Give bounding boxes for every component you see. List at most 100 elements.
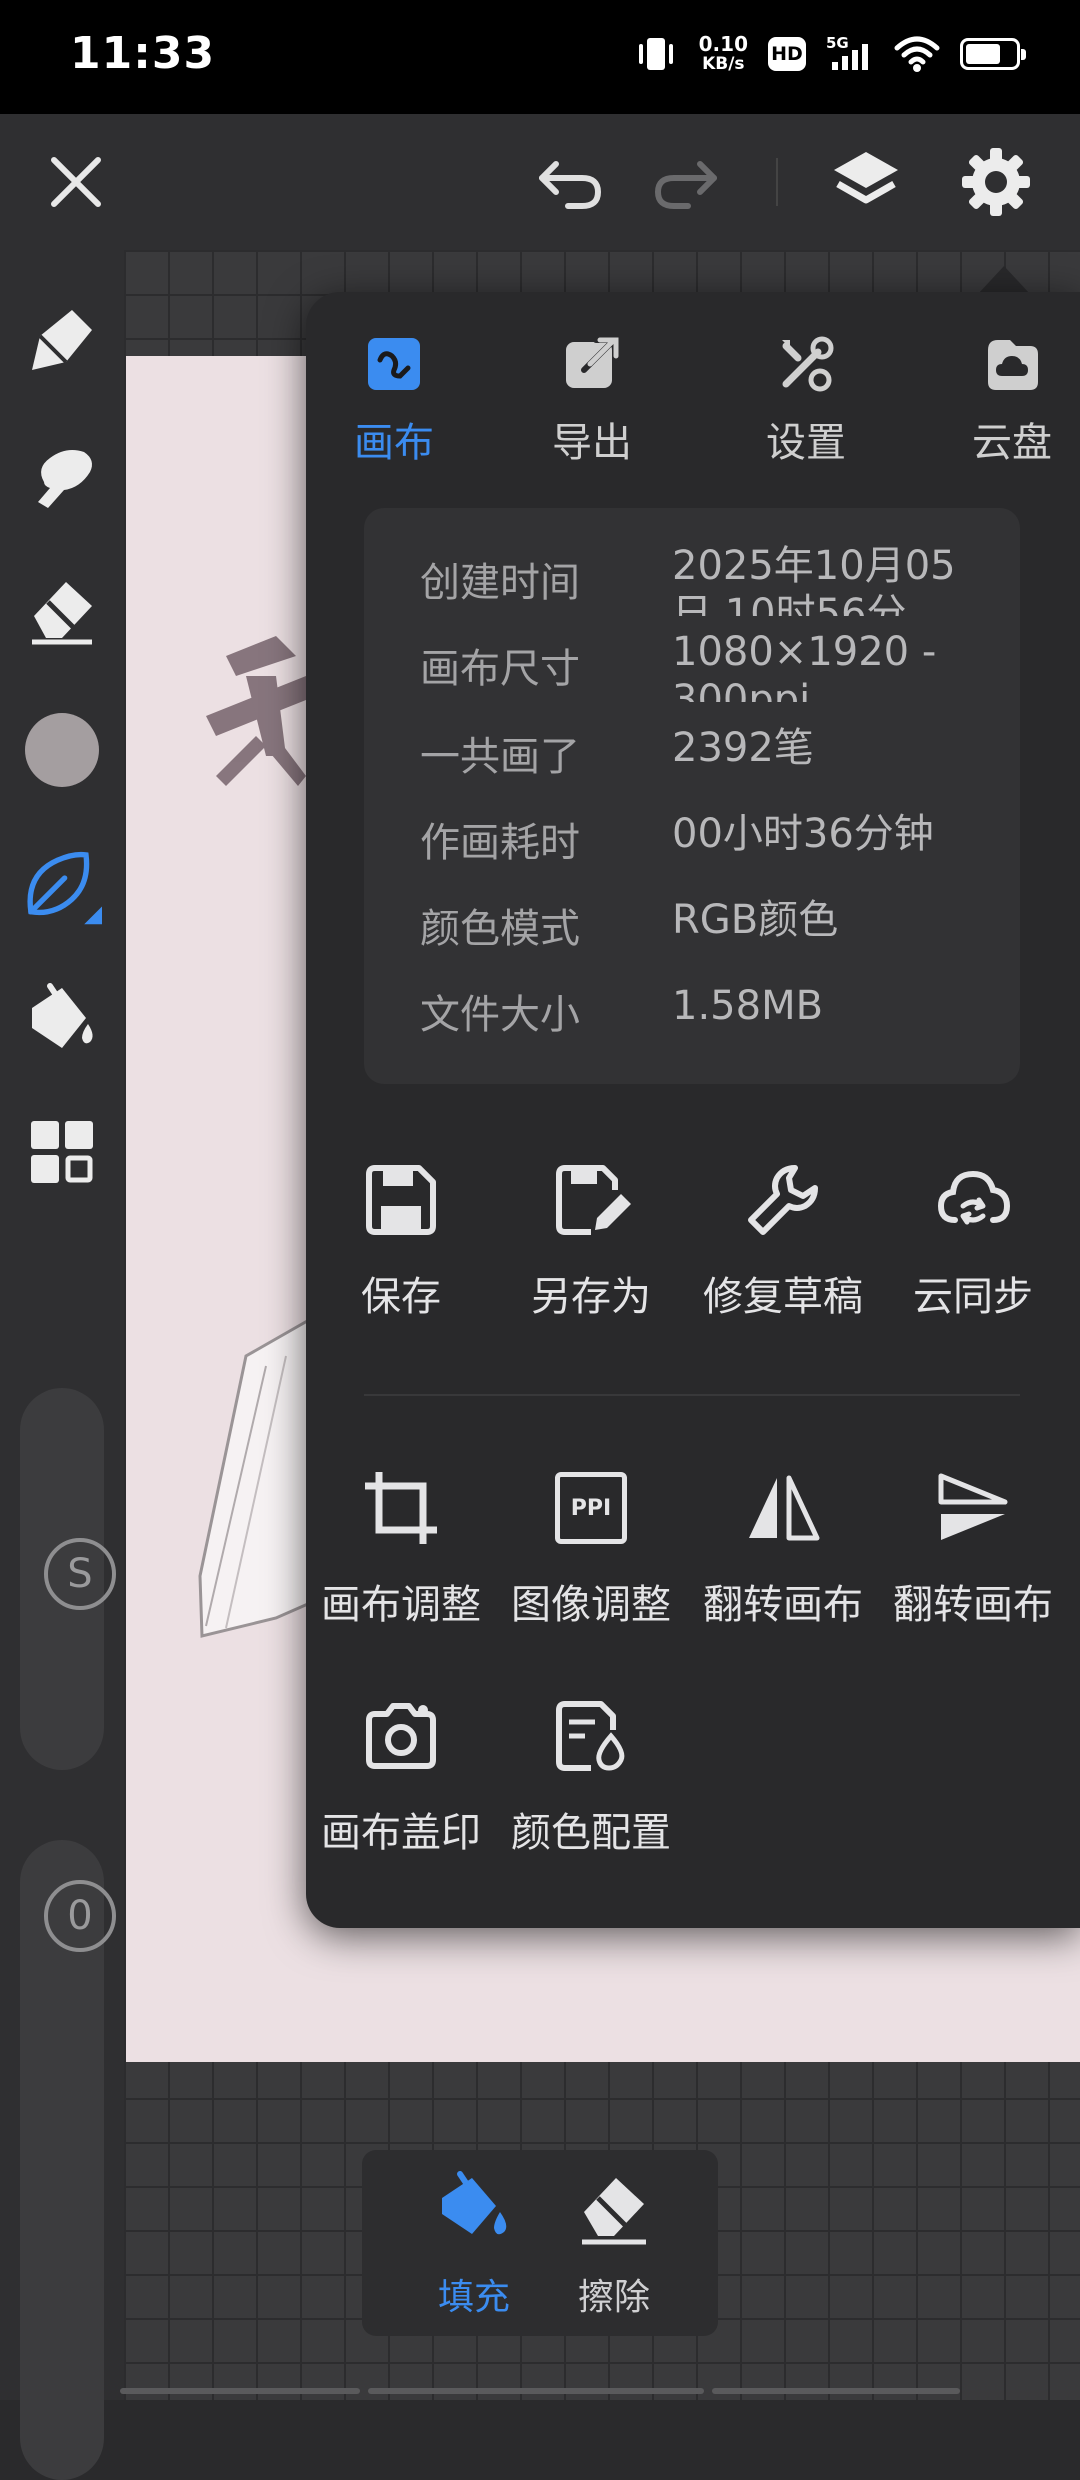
info-value: 2025年10月05日 10时56分 [672, 543, 956, 616]
canvas-adjust-button[interactable]: 画布调整 [306, 1468, 496, 1668]
erase-label: 擦除 [577, 2277, 650, 2318]
status-time: 11:33 [70, 28, 216, 79]
save-as-button[interactable]: 另存为 [496, 1160, 686, 1360]
opacity-slider[interactable]: 0 [20, 1840, 116, 2480]
tab-settings[interactable]: 设置 [718, 292, 894, 472]
redo-button[interactable] [646, 142, 726, 222]
canvas-menu-popup: 画布 导出 设置 云盘 创建时间 2025年10月05日 10时56分 画布尺寸… [306, 292, 1080, 1928]
tab-cloud-drive-label: 云盘 [972, 420, 1052, 466]
tab-settings-label: 设置 [766, 420, 846, 466]
info-value: 2392笔 [672, 725, 814, 771]
canvas-stamp-button[interactable]: 画布盖印 [306, 1696, 496, 1896]
repair-draft-label: 修复草稿 [703, 1274, 863, 1320]
info-row-created: 创建时间 2025年10月05日 10时56分 [420, 542, 1010, 616]
crop-icon [365, 1472, 437, 1544]
gear-icon [962, 148, 1030, 216]
tool-grid-menu[interactable] [22, 1112, 102, 1192]
camera-icon [366, 1703, 436, 1769]
undo-button[interactable] [530, 142, 610, 222]
flip-horizontal-button[interactable]: 翻转画布 [688, 1468, 878, 1668]
gesture-segment [120, 2388, 360, 2394]
erase-mode-button[interactable]: 擦除 [544, 2168, 684, 2328]
tool-leaf-brush[interactable] [22, 846, 102, 926]
gesture-bar [120, 2388, 960, 2396]
gesture-segment [712, 2388, 960, 2394]
canvas-info-panel: 创建时间 2025年10月05日 10时56分 画布尺寸 1080×1920 -… [364, 508, 1020, 1084]
flip-vertical-icon [938, 1473, 1008, 1540]
info-value: RGB颜色 [672, 897, 839, 943]
top-bar-divider [776, 158, 778, 206]
flip-horizontal-label: 翻转画布 [703, 1582, 863, 1628]
gesture-segment [368, 2388, 704, 2394]
grid-menu-icon [31, 1121, 93, 1183]
tool-pen[interactable] [22, 300, 102, 380]
tab-canvas[interactable]: 画布 [306, 292, 482, 472]
settings-button[interactable] [956, 142, 1036, 222]
info-label: 颜色模式 [420, 906, 580, 952]
tab-cloud-drive[interactable]: 云盘 [924, 292, 1080, 472]
hd-badge: HD [768, 37, 806, 71]
cloud-drive-icon [988, 340, 1038, 390]
cloud-sync-label: 云同步 [913, 1274, 1033, 1320]
paint-bucket-icon [442, 2171, 507, 2235]
tab-export-label: 导出 [552, 420, 632, 466]
opacity-knob[interactable]: 0 [44, 1880, 116, 1952]
vibrate-icon [638, 38, 673, 70]
status-icons: 0.10 KB/s HD 5G [633, 34, 1026, 74]
brush-size-knob[interactable]: S [44, 1538, 116, 1610]
canvas-stamp-label: 画布盖印 [321, 1810, 481, 1856]
export-icon [566, 337, 619, 388]
image-adjust-button[interactable]: PPI 图像调整 [496, 1468, 686, 1668]
info-label: 创建时间 [420, 560, 580, 606]
flip-horizontal-icon [749, 1475, 820, 1541]
info-label: 画布尺寸 [420, 646, 580, 692]
close-icon [51, 157, 101, 207]
pen-icon [32, 310, 92, 370]
save-button[interactable]: 保存 [306, 1160, 496, 1360]
flip-vertical-label: 翻转画布 [893, 1582, 1053, 1628]
layers-icon [834, 152, 898, 204]
color-profile-label: 颜色配置 [511, 1810, 671, 1856]
fill-erase-panel: 填充 擦除 [362, 2150, 718, 2336]
tab-export[interactable]: 导出 [504, 292, 680, 472]
color-profile-button[interactable]: 颜色配置 [496, 1696, 686, 1896]
flip-vertical-button[interactable]: 翻转画布 [878, 1468, 1068, 1668]
info-row-strokes: 一共画了 2392笔 [420, 724, 1010, 804]
save-icon [366, 1165, 436, 1235]
signal-icon [832, 44, 868, 70]
info-value: 1080×1920 - 300ppi [672, 629, 937, 702]
color-profile-icon [556, 1701, 625, 1771]
top-bar [0, 114, 1080, 250]
wifi-icon [894, 36, 940, 72]
cloud-sync-button[interactable]: 云同步 [878, 1160, 1068, 1360]
tool-eraser[interactable] [22, 570, 102, 650]
layers-button[interactable] [826, 142, 906, 222]
image-adjust-label: 图像调整 [511, 1582, 671, 1628]
paint-bucket-icon [32, 983, 93, 1048]
color-swatch[interactable] [22, 710, 102, 790]
info-label: 一共画了 [420, 734, 580, 780]
info-row-canvas-size: 画布尺寸 1080×1920 - 300ppi [420, 628, 1010, 702]
canvas-adjust-label: 画布调整 [321, 1582, 481, 1628]
undo-icon [539, 161, 602, 209]
eraser-icon [582, 2178, 646, 2245]
close-button[interactable] [36, 142, 116, 222]
popup-divider [364, 1394, 1020, 1396]
net-speed: 0.10 KB/s [699, 34, 748, 74]
battery-icon [960, 38, 1026, 70]
info-value: 00小时36分钟 [672, 811, 934, 857]
tool-fill[interactable] [22, 978, 102, 1058]
popup-arrow [978, 266, 1030, 294]
brush-size-slider[interactable]: S [20, 1388, 116, 1770]
info-row-color-mode: 颜色模式 RGB颜色 [420, 896, 1010, 976]
save-label: 保存 [361, 1274, 441, 1320]
net-speed-value: 0.10 [698, 32, 748, 56]
tool-smudge[interactable] [22, 436, 102, 516]
repair-draft-button[interactable]: 修复草稿 [688, 1160, 878, 1360]
save-as-label: 另存为 [531, 1274, 651, 1320]
leaf-brush-icon [27, 851, 102, 925]
fill-label: 填充 [437, 2277, 510, 2318]
eraser-icon [32, 582, 92, 645]
cellular-signal: 5G [826, 34, 874, 74]
fill-mode-button[interactable]: 填充 [404, 2168, 544, 2328]
